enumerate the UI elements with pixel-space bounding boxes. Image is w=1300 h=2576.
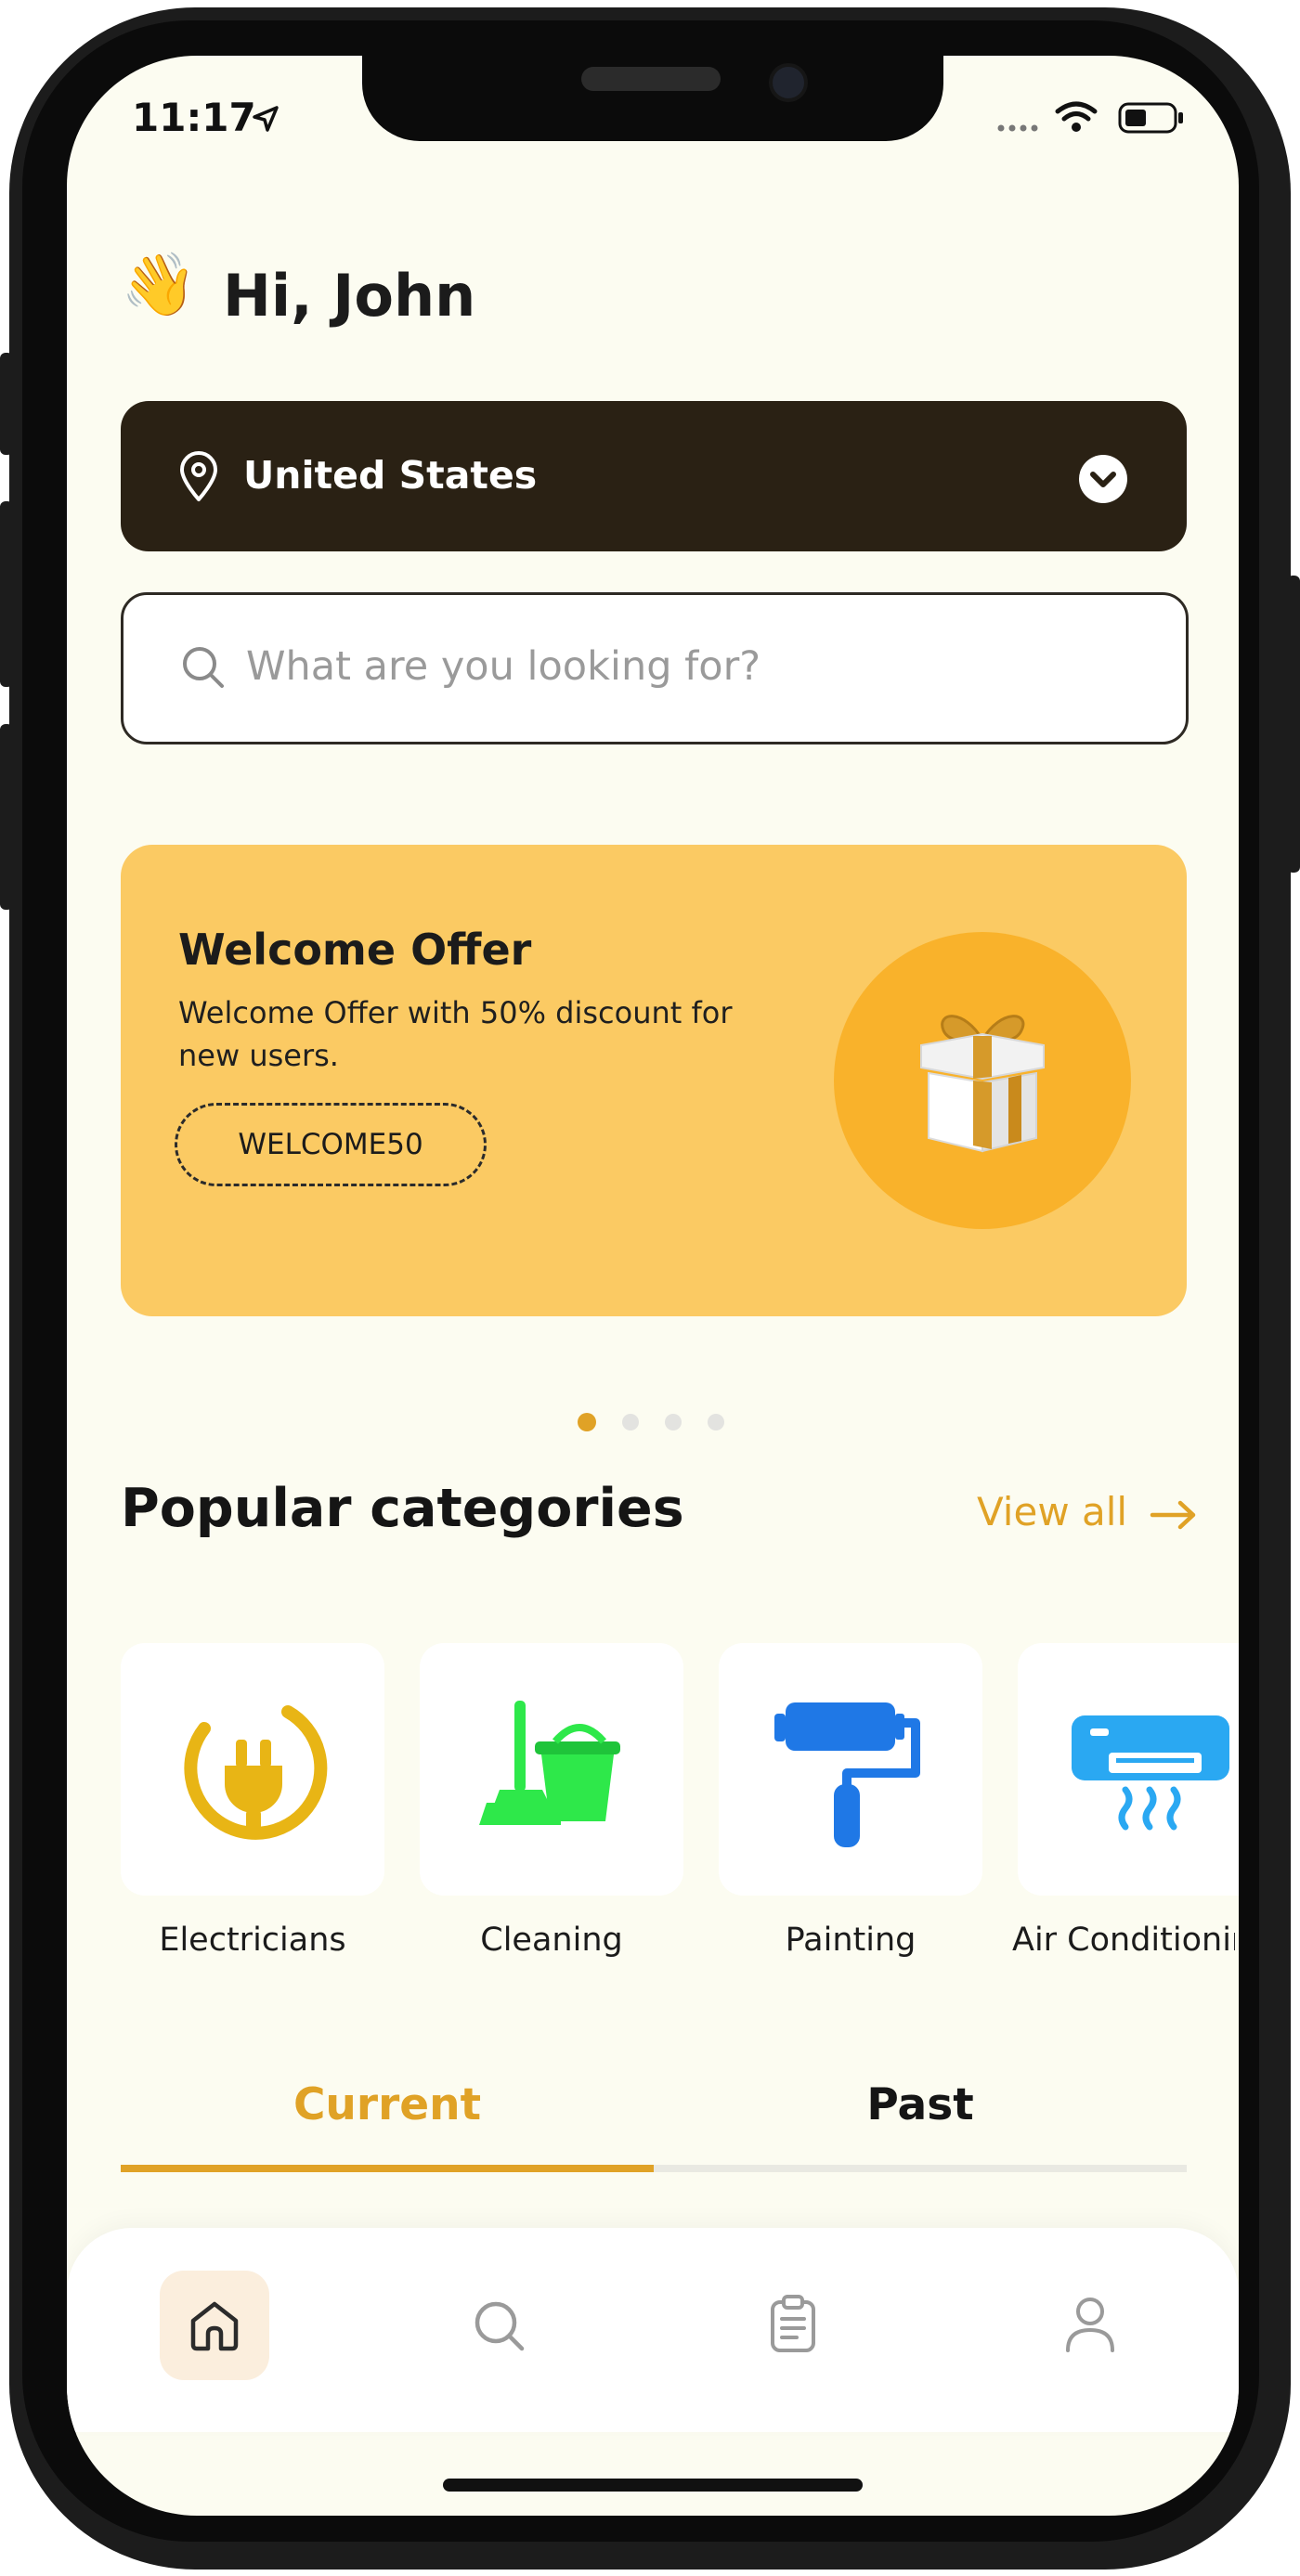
offer-title: Welcome Offer [178, 925, 532, 975]
app-screen: 11:17 👋 Hi, John United States What are … [67, 56, 1239, 2516]
wifi-icon [1055, 101, 1098, 132]
location-arrow-icon [253, 106, 279, 132]
gift-badge [834, 932, 1131, 1229]
category-label: Electricians [159, 1922, 346, 1959]
paint-roller-icon [774, 1702, 920, 1847]
plug-icon [184, 1705, 328, 1840]
mute-switch [0, 353, 13, 455]
category-card-painting[interactable] [719, 1643, 982, 1896]
tab-current[interactable]: Current [121, 2079, 654, 2130]
category-card-electricians[interactable] [121, 1643, 384, 1896]
location-selector[interactable]: United States [121, 401, 1187, 551]
carousel-dot[interactable] [665, 1414, 682, 1430]
home-indicator[interactable] [443, 2479, 863, 2492]
offer-description: Welcome Offer with 50% discount for new … [178, 995, 733, 1073]
category-card-cleaning[interactable] [420, 1643, 683, 1896]
earpiece-speaker [581, 67, 721, 91]
category-card-air-conditioning[interactable] [1018, 1643, 1239, 1896]
mop-bucket-icon [479, 1701, 620, 1825]
search-placeholder: What are you looking for? [246, 643, 761, 690]
category-label: Air Conditioning [1012, 1922, 1235, 1959]
volume-down-button [0, 724, 13, 910]
profile-icon[interactable] [1062, 2295, 1118, 2354]
carousel-dot[interactable] [708, 1414, 724, 1430]
category-label: Cleaning [480, 1922, 623, 1959]
location-label: United States [243, 453, 538, 498]
signal-icon [997, 124, 1038, 132]
bottom-navigation [67, 2228, 1239, 2432]
search-input[interactable]: What are you looking for? [121, 592, 1189, 744]
status-time: 11:17 [132, 95, 256, 140]
orders-icon[interactable] [769, 2295, 817, 2354]
battery-icon [1118, 102, 1183, 134]
tab-past[interactable]: Past [654, 2079, 1187, 2130]
gift-icon [920, 1015, 1045, 1153]
welcome-offer-card[interactable]: Welcome Offer Welcome Offer with 50% dis… [121, 845, 1187, 1316]
location-pin-icon [180, 451, 217, 501]
carousel-dot[interactable] [578, 1413, 596, 1431]
front-camera [769, 63, 808, 102]
home-icon[interactable] [188, 2298, 241, 2352]
category-label: Painting [785, 1922, 916, 1959]
waving-hand-icon: 👋 [121, 249, 198, 320]
air-conditioner-icon [1072, 1715, 1229, 1831]
search-icon [183, 647, 224, 688]
chevron-down-icon[interactable] [1077, 453, 1129, 505]
section-title: Popular categories [121, 1478, 684, 1539]
volume-up-button [0, 501, 13, 687]
power-button [1287, 576, 1300, 873]
carousel-dot[interactable] [622, 1414, 639, 1430]
view-all-link[interactable]: View all [977, 1489, 1199, 1534]
notch [362, 56, 943, 141]
greeting-title: Hi, John [223, 262, 476, 330]
search-icon[interactable] [472, 2298, 527, 2354]
arrow-right-icon [1150, 1500, 1196, 1529]
promo-code-button[interactable]: WELCOME50 [175, 1103, 487, 1186]
tab-active-indicator [121, 2165, 654, 2172]
view-all-label: View all [977, 1489, 1128, 1534]
